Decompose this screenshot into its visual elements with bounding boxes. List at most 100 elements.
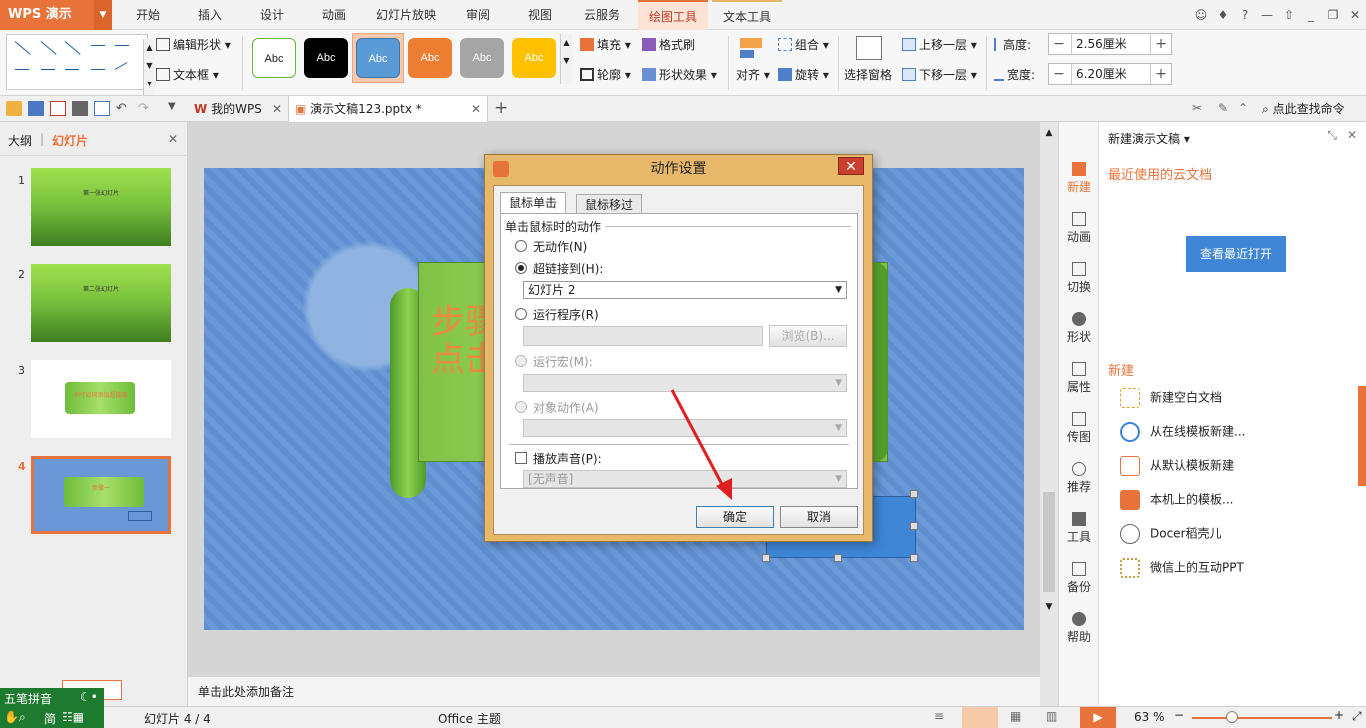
help-icon[interactable]: ?: [1234, 8, 1256, 22]
plus-icon[interactable]: +: [1151, 64, 1171, 84]
text-box-button[interactable]: 文本框 ▾: [156, 66, 219, 83]
height-value[interactable]: 2.56厘米: [1071, 34, 1151, 54]
minus-icon[interactable]: −: [1049, 64, 1069, 84]
radio-no-action-label[interactable]: 无动作(N): [533, 238, 587, 255]
cancel-button[interactable]: 取消: [780, 506, 858, 528]
close-icon[interactable]: ✕: [1347, 128, 1357, 142]
elbow-arrow-icon[interactable]: [115, 45, 129, 46]
close-icon[interactable]: ✕: [272, 96, 282, 122]
hyperlink-select[interactable]: 幻灯片 2 ▼: [523, 281, 847, 299]
browse-button[interactable]: 浏览(B)...: [769, 325, 847, 347]
arrow-shape-icon[interactable]: [40, 41, 57, 55]
zoom-slider-thumb[interactable]: [1226, 711, 1238, 723]
moon-icon[interactable]: ☾•: [80, 690, 98, 704]
ime-hand-icon[interactable]: ✋⌕: [4, 710, 26, 725]
style-preset-gold[interactable]: Abc: [512, 38, 556, 78]
sidebar-item-animation[interactable]: 动画: [1059, 212, 1099, 245]
style-preset-gray[interactable]: Abc: [460, 38, 504, 78]
pane-edge-handle[interactable]: [1358, 386, 1366, 486]
tab-mouse-over[interactable]: 鼠标移过: [576, 194, 643, 214]
radio-hyperlink-label[interactable]: 超链接到(H):: [533, 260, 603, 277]
sidebar-item-transition[interactable]: 切换: [1059, 262, 1099, 295]
scroll-down-icon[interactable]: ▼: [1042, 602, 1056, 612]
sidebar-item-recommend[interactable]: 推荐: [1059, 462, 1099, 495]
curved-arrow-icon[interactable]: [65, 69, 79, 70]
fill-button[interactable]: 填充 ▾: [580, 36, 631, 53]
resize-handle[interactable]: [910, 522, 918, 530]
tab-outline[interactable]: 大纲: [8, 132, 32, 149]
width-value[interactable]: 6.20厘米: [1071, 64, 1151, 84]
share-icon[interactable]: ⇧: [1278, 8, 1300, 22]
close-button[interactable]: ✕: [838, 157, 864, 175]
play-slideshow-icon[interactable]: ▶: [1080, 707, 1116, 728]
list-item[interactable]: Docer稻壳儿: [1120, 524, 1222, 544]
sidebar-item-properties[interactable]: 属性: [1059, 362, 1099, 395]
align-icon[interactable]: [738, 36, 768, 66]
print-icon[interactable]: [72, 101, 88, 116]
group-button[interactable]: 组合 ▾: [778, 36, 829, 53]
view-recent-button[interactable]: 查看最近打开: [1186, 236, 1286, 272]
open-folder-icon[interactable]: [6, 101, 22, 116]
tab-design[interactable]: 设计: [248, 0, 296, 30]
ime-toolbar[interactable]: 五笔拼音 ☾• ✋⌕ 简 ☷▦: [0, 688, 104, 728]
fit-window-icon[interactable]: ⤢: [1352, 709, 1362, 724]
list-item[interactable]: 新建空白文档: [1120, 388, 1222, 408]
list-item[interactable]: 从在线模板新建...: [1120, 422, 1245, 442]
zoom-out-icon[interactable]: −: [1174, 708, 1184, 722]
chevron-up-icon[interactable]: ⌃: [1238, 101, 1248, 116]
shape-effects-button[interactable]: 形状效果 ▾: [642, 66, 717, 83]
rotate-button[interactable]: 旋转 ▾: [778, 66, 829, 83]
program-path-input[interactable]: [523, 326, 763, 346]
send-backward-button[interactable]: 下移一层 ▾: [902, 66, 977, 83]
task-pane-title[interactable]: 新建演示文稿 ▾: [1108, 130, 1190, 147]
sidebar-item-help[interactable]: 帮助: [1059, 612, 1099, 645]
ime-settings-icon[interactable]: ☷▦: [62, 710, 84, 724]
list-item[interactable]: 本机上的模板...: [1120, 490, 1233, 510]
sidebar-item-tools[interactable]: 工具: [1059, 512, 1099, 545]
close-icon[interactable]: ✕: [1344, 8, 1366, 22]
tab-cloud[interactable]: 云服务: [576, 0, 628, 30]
play-sound-checkbox[interactable]: [515, 452, 527, 464]
scroll-thumb[interactable]: [1043, 492, 1055, 592]
list-item[interactable]: 微信上的互动PPT: [1120, 558, 1244, 578]
vertical-scrollbar[interactable]: ▲ ▼: [1040, 122, 1058, 706]
list-item[interactable]: 从默认模板新建: [1120, 456, 1234, 476]
chevron-down-icon[interactable]: ▼: [94, 0, 112, 30]
zoom-slider[interactable]: [1192, 717, 1332, 719]
ok-button[interactable]: 确定: [696, 506, 774, 528]
resize-handle[interactable]: [910, 490, 918, 498]
redo-icon[interactable]: ↷: [138, 101, 154, 116]
shirt-icon[interactable]: ♦: [1212, 8, 1234, 22]
tab-slideshow[interactable]: 幻灯片放映: [370, 0, 442, 30]
minimize-ribbon-icon[interactable]: —: [1256, 8, 1278, 22]
export-pdf-icon[interactable]: [50, 101, 66, 116]
sidebar-item-new[interactable]: 新建: [1059, 162, 1099, 195]
resize-handle[interactable]: [834, 554, 842, 562]
zoom-in-icon[interactable]: +: [1334, 708, 1344, 722]
notes-toggle-icon[interactable]: ≡: [934, 709, 944, 723]
radio-run-program-label[interactable]: 运行程序(R): [533, 306, 599, 323]
freeform-icon[interactable]: [114, 62, 128, 70]
normal-view-icon[interactable]: [962, 707, 998, 728]
reading-view-icon[interactable]: ▥: [1046, 709, 1057, 723]
selection-pane-button[interactable]: 选择窗格: [844, 66, 892, 83]
height-stepper[interactable]: − 2.56厘米 +: [1048, 33, 1172, 55]
double-arrow-shape-icon[interactable]: [64, 41, 81, 55]
radio-object-action[interactable]: [515, 401, 527, 413]
new-tab-icon[interactable]: +: [494, 98, 510, 118]
tab-document[interactable]: ▣ 演示文稿123.pptx * ✕: [288, 96, 488, 122]
radio-run-program[interactable]: [515, 308, 527, 320]
style-preset-blue[interactable]: Abc: [356, 38, 400, 78]
notes-area[interactable]: 单击此处添加备注: [188, 676, 1040, 706]
align-button[interactable]: 对齐 ▾: [736, 66, 770, 83]
style-preset-white[interactable]: Abc: [252, 38, 296, 78]
skin-icon[interactable]: ☺: [1190, 8, 1212, 22]
shapes-gallery[interactable]: ▲ ▼ ▾: [6, 34, 155, 95]
style-preset-orange[interactable]: Abc: [408, 38, 452, 78]
width-stepper[interactable]: − 6.20厘米 +: [1048, 63, 1172, 85]
edit-shape-button[interactable]: 编辑形状 ▾: [156, 36, 231, 53]
tab-view[interactable]: 视图: [516, 0, 564, 30]
chevron-down-icon[interactable]: ▼: [168, 101, 184, 116]
selection-pane-icon[interactable]: [856, 36, 882, 60]
resize-handle[interactable]: [910, 554, 918, 562]
